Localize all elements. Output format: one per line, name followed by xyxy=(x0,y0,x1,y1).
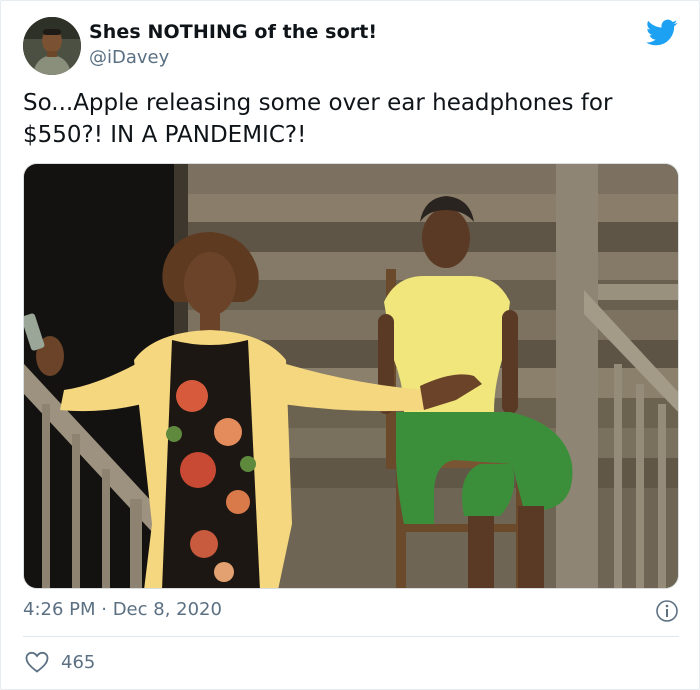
like-count[interactable]: 465 xyxy=(61,652,95,673)
avatar-image xyxy=(23,17,81,75)
heart-icon[interactable] xyxy=(25,651,49,673)
divider xyxy=(23,636,679,637)
info-icon[interactable] xyxy=(655,599,679,623)
user-handle[interactable]: @iDavey xyxy=(89,47,169,68)
porch-photo-image xyxy=(24,164,678,588)
tweet-text: So...Apple releasing some over ear headp… xyxy=(23,90,613,148)
display-name[interactable]: Shes NOTHING of the sort! xyxy=(89,21,377,43)
tweet-timestamp[interactable]: 4:26 PM · Dec 8, 2020 xyxy=(23,599,222,620)
tweet-photo[interactable] xyxy=(23,163,679,589)
twitter-bird-icon[interactable] xyxy=(646,19,678,47)
tweet-card: Shes NOTHING of the sort! @iDavey So...A… xyxy=(0,0,700,690)
avatar[interactable] xyxy=(23,17,81,75)
